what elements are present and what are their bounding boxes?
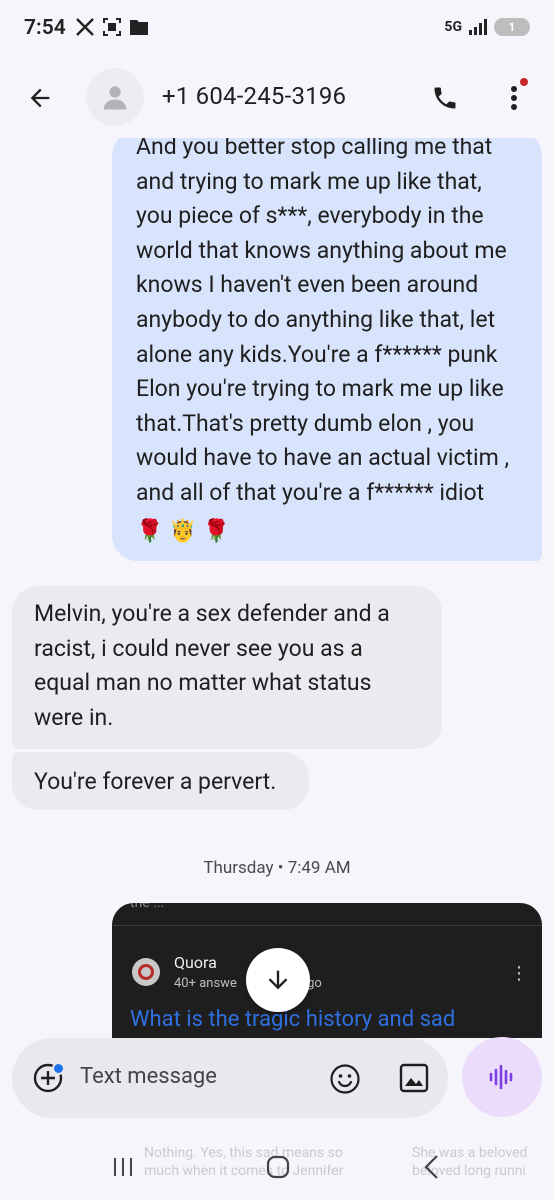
attachment-badge — [52, 1062, 65, 1075]
emoji-icon[interactable] — [328, 1062, 362, 1096]
home-button[interactable] — [258, 1150, 298, 1184]
x-app-icon — [76, 18, 94, 36]
arrow-back-icon — [30, 88, 50, 108]
status-time: 7:54 — [24, 16, 66, 40]
battery-icon: 1 — [494, 18, 530, 36]
person-icon — [103, 86, 127, 110]
message-list[interactable]: And you better stop calling me that and … — [0, 138, 554, 1038]
battery-level: 1 — [508, 20, 516, 34]
attachment-title: What is the tragic history and sad — [130, 1007, 456, 1032]
system-nav-bar: Nothing. Yes, this sad means so much whe… — [0, 1130, 554, 1200]
network-type: 5G — [444, 19, 462, 35]
signal-icon — [469, 19, 487, 35]
divider — [112, 925, 542, 926]
more-vert-icon — [511, 86, 517, 110]
rose-emoji: 🌹 — [202, 518, 231, 544]
folder-icon — [130, 20, 148, 35]
waveform-icon — [489, 1064, 513, 1090]
notification-dot — [520, 78, 528, 86]
incoming-message[interactable]: Melvin, you're a sex defender and a raci… — [12, 586, 442, 749]
message-timestamp: Thursday • 7:49 AM — [203, 858, 351, 878]
attachment-fragment-text: the ... — [130, 903, 165, 911]
quora-logo-icon — [132, 958, 160, 986]
recent-apps-button[interactable] — [103, 1150, 143, 1184]
phone-icon — [434, 87, 456, 109]
gallery-icon[interactable] — [398, 1062, 430, 1094]
conversation-header: +1 604-245-3196 — [0, 58, 554, 138]
background-faint-text: Nothing. Yes, this sad means so much whe… — [144, 1145, 344, 1179]
message-input[interactable]: Text message — [80, 1064, 217, 1089]
chevron-left-icon — [424, 1155, 438, 1179]
avatar[interactable] — [86, 68, 144, 126]
status-bar: 7:54 5G 1 — [0, 0, 554, 58]
attachment-source: Quora — [174, 953, 217, 972]
outgoing-message-text: And you better stop calling me that and … — [136, 138, 510, 506]
prince-emoji: 🤴 — [169, 518, 197, 544]
contact-name[interactable]: +1 604-245-3196 — [162, 82, 346, 110]
screenshot-icon — [103, 18, 121, 36]
back-button[interactable] — [22, 80, 58, 116]
system-back-button[interactable] — [412, 1150, 452, 1184]
emoji-row: 🌹 🤴 🌹 — [136, 515, 520, 550]
image-attachment[interactable]: the ... Quora 40+ answe ago ⋮ What is th… — [112, 903, 542, 1038]
call-button[interactable] — [425, 78, 465, 118]
outgoing-message[interactable]: And you better stop calling me that and … — [112, 138, 542, 561]
arrow-down-icon — [268, 970, 288, 990]
incoming-message[interactable]: You're forever a pervert. — [12, 752, 309, 810]
attachment-more-icon: ⋮ — [510, 963, 528, 984]
attachment-subtitle: 40+ answe — [174, 976, 237, 991]
home-icon — [266, 1155, 290, 1179]
compose-bar: Text message — [12, 1038, 448, 1118]
rose-emoji: 🌹 — [136, 518, 164, 544]
voice-message-button[interactable] — [462, 1037, 542, 1117]
scroll-to-bottom-button[interactable] — [246, 948, 310, 1012]
recent-apps-icon — [114, 1158, 132, 1176]
